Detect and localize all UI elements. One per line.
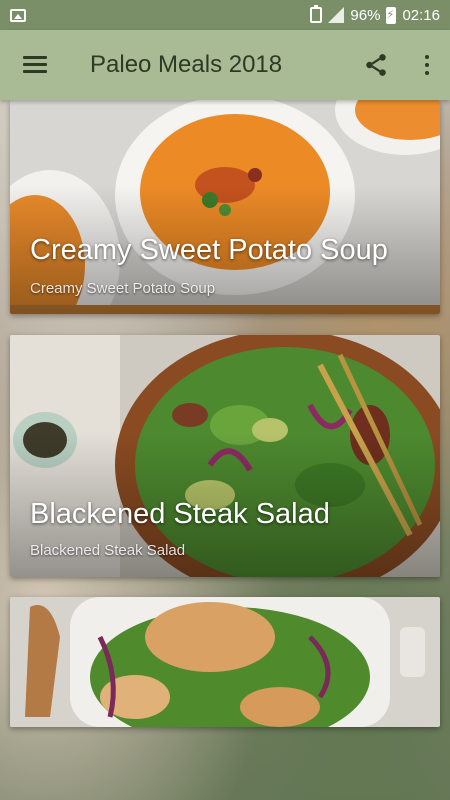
app-title: Paleo Meals 2018 bbox=[90, 51, 283, 78]
chicken-salad-photo bbox=[10, 597, 440, 727]
menu-button[interactable] bbox=[0, 30, 70, 100]
more-vert-icon bbox=[425, 55, 429, 75]
recipe-card-sweet-potato-soup[interactable]: Creamy Sweet Potato Soup Creamy Sweet Po… bbox=[10, 100, 440, 314]
app-bar: Paleo Meals 2018 bbox=[0, 30, 450, 100]
battery-saver-icon bbox=[310, 5, 323, 23]
recipe-subtitle: Creamy Sweet Potato Soup bbox=[30, 280, 216, 297]
recipe-card-blackened-steak-salad[interactable]: Blackened Steak Salad Blackened Steak Sa… bbox=[10, 335, 440, 577]
status-left bbox=[10, 8, 26, 22]
battery-charging-icon bbox=[386, 6, 397, 24]
recipe-feed[interactable]: Creamy Sweet Potato Soup Creamy Sweet Po… bbox=[0, 100, 450, 800]
share-button[interactable] bbox=[348, 30, 404, 100]
card-gradient bbox=[10, 335, 440, 577]
picture-icon bbox=[10, 8, 26, 22]
recipe-subtitle: Blackened Steak Salad bbox=[30, 542, 186, 559]
more-options-button[interactable] bbox=[404, 30, 450, 100]
signal-icon bbox=[328, 7, 345, 23]
recipe-card-chicken-salad[interactable] bbox=[10, 597, 440, 727]
status-right: 96% 02:16 bbox=[310, 5, 440, 24]
recipe-title: Creamy Sweet Potato Soup bbox=[30, 234, 388, 266]
status-time: 02:16 bbox=[402, 6, 440, 24]
status-bar: 96% 02:16 bbox=[0, 0, 450, 30]
recipe-title: Blackened Steak Salad bbox=[30, 498, 330, 530]
menu-icon bbox=[23, 56, 47, 74]
share-icon bbox=[366, 54, 386, 76]
battery-percent: 96% bbox=[350, 6, 381, 24]
